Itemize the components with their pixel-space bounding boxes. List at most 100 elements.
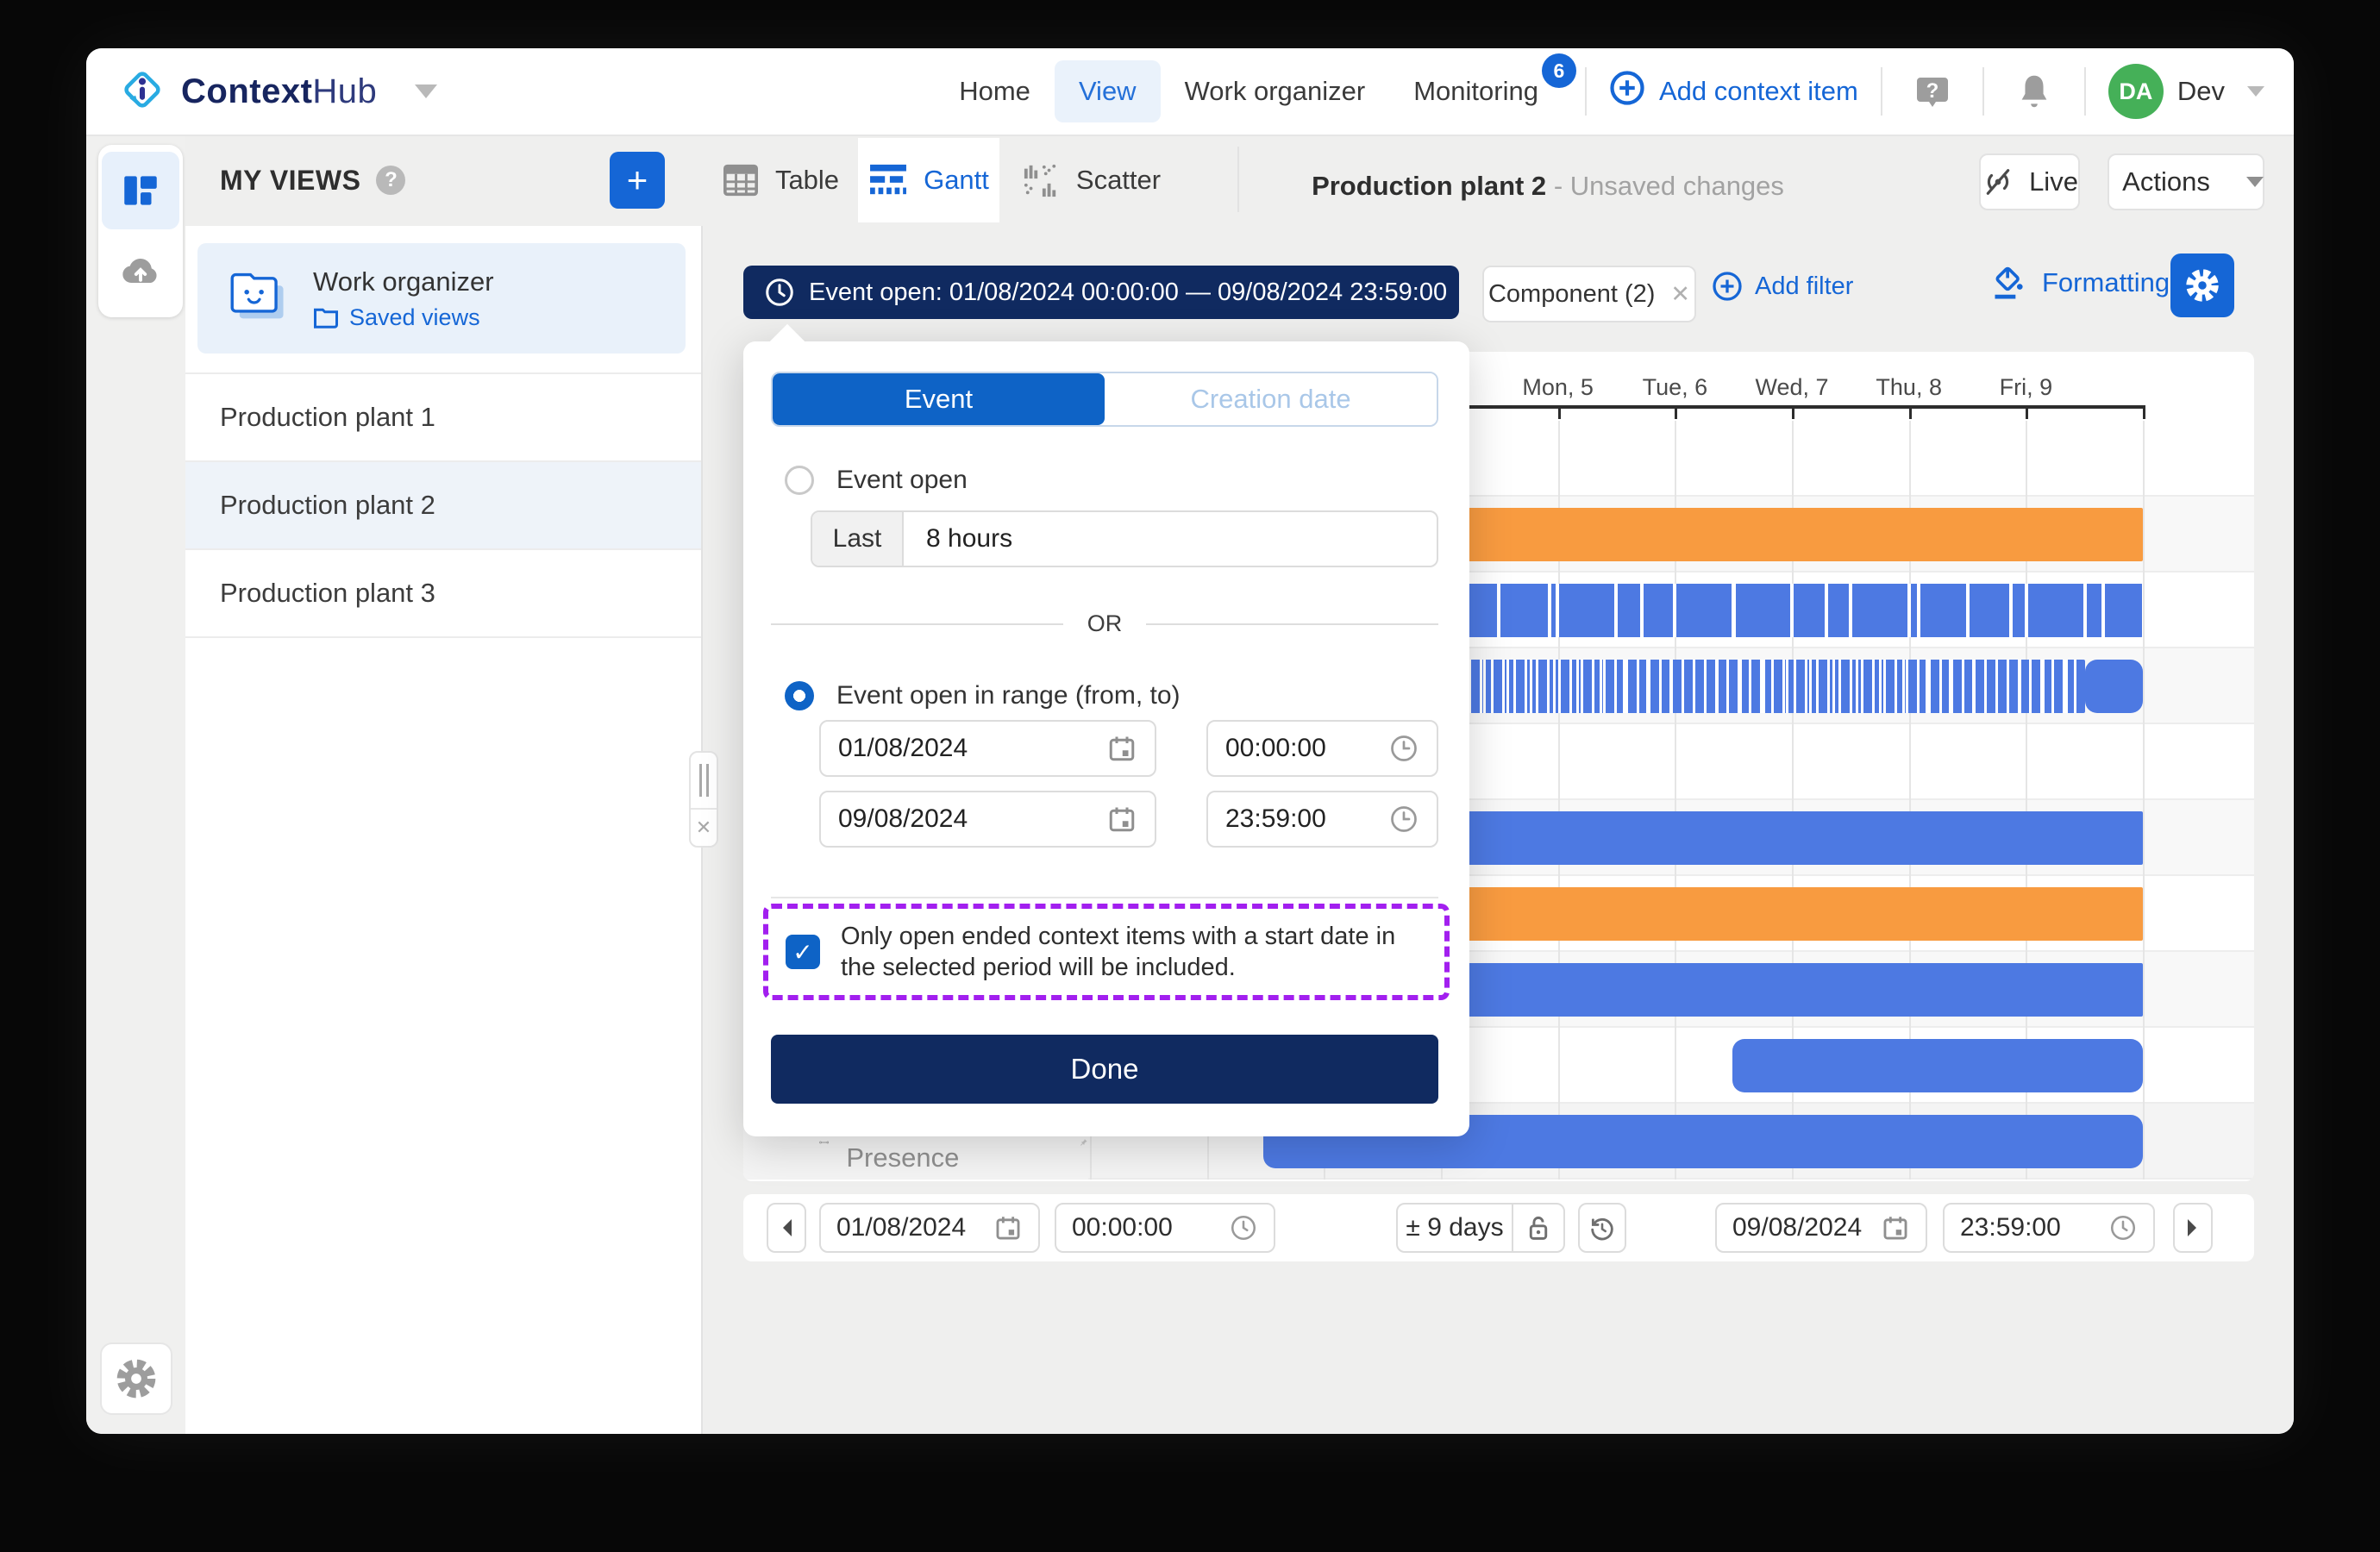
drag-grip-icon[interactable] [691,753,717,810]
tab-table[interactable]: Table [717,138,844,222]
scatter-icon [1021,162,1061,198]
calendar-icon [1106,804,1137,835]
clock-icon [1229,1213,1258,1242]
chevron-right-icon [2185,1217,2201,1238]
or-divider: OR [771,610,1438,637]
open-ended-checkbox-label: Only open ended context items with a sta… [841,921,1427,984]
axis-tick [2143,405,2145,419]
add-view-button[interactable]: + [610,152,665,209]
calendar-icon [993,1213,1023,1242]
last-label: Last [812,512,904,566]
clock-icon [2108,1213,2138,1242]
nav-item-view[interactable]: View [1055,60,1161,122]
open-ended-checkbox[interactable]: ✓ [786,935,820,969]
help-button[interactable]: ? [1905,64,1960,119]
remove-filter-icon[interactable]: ✕ [1670,281,1690,308]
range-to-date-field[interactable]: 09/08/2024 [1715,1203,1927,1253]
range-to-time-field[interactable]: 23:59:00 [1943,1203,2155,1253]
last-duration-input[interactable]: Last 8 hours [811,510,1438,567]
paint-bucket-icon [1990,264,2028,302]
nav-item-monitoring[interactable]: Monitoring 6 [1389,60,1563,122]
left-rail [86,135,185,1434]
calendar-icon [1106,733,1137,764]
app-window: ContextHub Home View Work organizer Moni… [86,48,2294,1434]
from-date-input[interactable]: 01/08/2024 [819,720,1156,777]
clock-icon [1388,804,1419,835]
event-open-in-range-option[interactable]: Event open in range (from, to) [785,681,1181,710]
event-filter-pill[interactable]: Event open: 01/08/2024 00:00:00 — 09/08/… [743,266,1459,319]
done-button[interactable]: Done [771,1035,1438,1104]
range-from-time-field[interactable]: 00:00:00 [1055,1203,1275,1253]
divider [1585,67,1587,116]
sidebar-resize-handle[interactable]: ✕ [689,751,718,848]
sidebar-title: MY VIEWS [220,165,360,197]
tab-event[interactable]: Event [773,373,1105,425]
gantt-bar[interactable] [1732,1039,2143,1092]
view-item-production-plant-2[interactable]: Production plant 2 [185,462,701,550]
range-from-date-field[interactable]: 01/08/2024 [819,1203,1040,1253]
tab-scatter[interactable]: Scatter [1014,138,1168,222]
navbar-right: Home View Work organizer Monitoring 6 Ad… [935,60,2294,122]
range-back-button[interactable] [767,1203,806,1253]
sidebar-help-icon[interactable]: ? [376,166,405,195]
to-time-input[interactable]: 23:59:00 [1206,791,1438,848]
view-settings-gear-button[interactable] [2170,253,2234,317]
reset-range-history-button[interactable] [1578,1203,1626,1253]
gantt-range-bar: 01/08/2024 00:00:00 ± 9 days 09/08/2024 [743,1194,2254,1261]
brand-icon [119,66,166,117]
axis-tick [2026,405,2028,419]
view-title: Production plant 2 - Unsaved changes [1306,171,1789,202]
add-filter-button[interactable]: Add filter [1712,271,1853,302]
event-open-option[interactable]: Event open [785,466,968,495]
brand-name: ContextHub [181,72,377,111]
work-organizer-card[interactable]: Work organizer Saved views [197,243,686,354]
radio-selected-icon[interactable] [785,681,814,710]
rail-views-button[interactable] [102,152,179,229]
monitoring-badge: 6 [1542,53,1576,88]
notifications-bell-icon[interactable] [2007,64,2062,119]
nav-item-home[interactable]: Home [935,60,1055,122]
work-organizer-title: Work organizer [313,266,494,297]
brand-caret-icon[interactable] [415,84,437,98]
settings-gear-button[interactable] [100,1342,172,1415]
from-time-input[interactable]: 00:00:00 [1206,720,1438,777]
view-item-production-plant-1[interactable]: Production plant 1 [185,372,701,462]
gantt-bar[interactable] [2085,660,2143,713]
component-filter-pill[interactable]: Component (2) ✕ [1482,266,1696,322]
to-date-input[interactable]: 09/08/2024 [819,791,1156,848]
view-item-production-plant-3[interactable]: Production plant 3 [185,550,701,638]
user-menu-caret-icon[interactable] [2247,86,2264,97]
divider [1982,67,1984,116]
collapse-sidebar-icon[interactable]: ✕ [691,810,717,846]
user-avatar[interactable]: DA [2108,64,2164,119]
history-icon [1588,1213,1617,1242]
formatting-button[interactable]: Formatting [1990,264,2170,302]
event-filter-popup: Event Creation date Event open Last 8 ho… [743,341,1469,1136]
nav-item-work-organizer[interactable]: Work organizer [1161,60,1390,122]
tab-creation-date[interactable]: Creation date [1105,373,1437,425]
folder-icon [313,306,339,329]
tab-gantt[interactable]: Gantt [858,138,999,222]
rail-cloud-upload-button[interactable] [102,233,179,310]
lock-range-icon[interactable] [1513,1214,1563,1242]
popup-tab-bar: Event Creation date [771,372,1438,427]
divider [2084,67,2086,116]
live-off-icon [1981,165,2015,199]
last-value[interactable]: 8 hours [904,512,1012,566]
range-forward-button[interactable] [2173,1203,2213,1253]
divider [1237,147,1239,212]
live-toggle-button[interactable]: Live [1979,153,2080,210]
actions-button[interactable]: Actions [2108,153,2264,210]
sidebar-header: MY VIEWS ? + [185,135,703,226]
table-icon [722,163,760,197]
saved-views-link[interactable]: Saved views [313,304,494,331]
radio-unselected-icon[interactable] [785,466,814,495]
day-gridline [2143,421,2145,1180]
folder-smiley-icon [229,267,291,330]
add-context-item-button[interactable]: Add context item [1609,70,1858,113]
popup-arrow [769,324,805,360]
brand-logo[interactable]: ContextHub [86,66,437,117]
divider [1881,67,1882,116]
range-span-button[interactable]: ± 9 days [1396,1203,1565,1253]
day-label: Wed, 7 [1756,374,1829,401]
